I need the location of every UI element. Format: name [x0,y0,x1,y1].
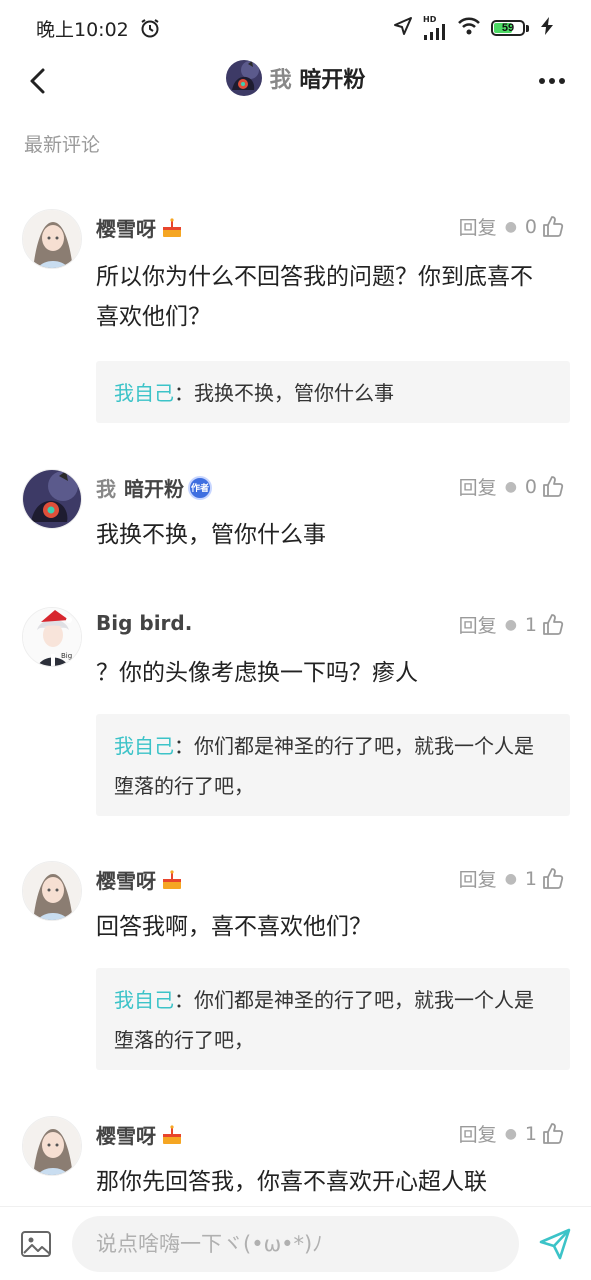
comment-author[interactable]: 我 暗开粉 作者 [96,473,212,502]
quote-text: 我换不换，管你什么事 [194,381,394,405]
svg-text:Big: Big [61,652,72,660]
thumbs-up-icon [543,867,564,889]
wifi-icon [457,16,481,40]
cake-icon [163,217,181,237]
separator-dot: ● [504,1125,517,1142]
quote-author[interactable]: 我自己 [114,381,174,405]
comment-actions: 回复 ● 0 [459,473,565,500]
comment-actions: 回复 ● 1 [459,865,565,892]
like-button[interactable]: 0 [525,475,565,499]
author-name: Big bird. [96,611,193,635]
author-badge: 作者 [188,475,212,500]
separator-dot: ● [504,478,517,495]
comment-author[interactable]: 樱雪呀 [96,213,184,242]
reply-button[interactable]: 回复 [459,213,497,240]
quoted-reply[interactable]: 我自己：我换不换，管你什么事 [96,361,570,423]
location-icon [393,16,413,40]
title-bar: 我 暗开粉 [0,56,591,106]
section-label: 最新评论 [24,134,101,156]
comment-text: 那你先回答我，你喜不喜欢开心超人联 [96,1169,487,1195]
network-type-label: HD [423,15,437,24]
battery-level: 59 [501,22,515,34]
reply-button[interactable]: 回复 [459,1120,497,1147]
like-count: 1 [524,1122,537,1145]
avatar[interactable] [22,861,82,921]
more-icon [539,78,565,84]
comment-author[interactable]: 樱雪呀 [96,1120,184,1149]
more-options-button[interactable] [535,66,569,96]
author-name: 樱雪呀 [96,217,156,241]
like-count: 1 [524,613,537,636]
signal-icon: HD [423,16,447,40]
quoted-reply[interactable]: 我自己：你们都是神圣的行了吧，就我一个人是堕落的行了吧， [96,968,570,1070]
comment-actions: 回复 ● 1 [459,1120,565,1147]
separator-dot: ● [504,616,517,633]
author-name: 樱雪呀 [96,869,156,893]
avatar[interactable] [22,209,82,269]
cake-icon [163,869,181,889]
author-name-prefix: 我 [96,477,116,501]
comment-author[interactable]: Big bird. [96,611,192,635]
avatar[interactable] [22,1116,82,1176]
quote-separator: ： [174,381,194,405]
like-button[interactable]: 0 [525,215,565,239]
like-count: 0 [524,215,537,238]
thumbs-up-icon [543,215,564,237]
comment-actions: 回复 ● 0 [459,213,565,240]
title-name: 暗开粉 [299,68,366,93]
thumbs-up-icon [543,613,564,635]
title-avatar[interactable] [225,60,262,96]
separator-dot: ● [504,218,517,235]
like-button[interactable]: 1 [525,613,565,637]
comment-text: 我换不换，管你什么事 [96,522,326,548]
status-time: 晚上10:02 [36,18,129,41]
author-name: 暗开粉 [124,477,184,501]
comment-text: 所以你为什么不回答我的问题？你到底喜不喜欢他们？ [96,264,533,330]
like-count: 0 [524,475,537,498]
avatar[interactable]: Big [22,607,82,667]
reply-button[interactable]: 回复 [459,611,497,638]
page-title: 我 暗开粉 [270,62,366,94]
thumbs-up-icon [543,1122,564,1144]
thumbs-up-icon [543,475,564,497]
quote-separator: ： [174,988,194,1012]
charging-icon [539,16,555,40]
comment-author[interactable]: 樱雪呀 [96,865,184,894]
quote-author[interactable]: 我自己 [114,988,174,1012]
alarm-icon [139,17,161,39]
reply-button[interactable]: 回复 [459,865,497,892]
quote-separator: ： [174,734,194,758]
status-bar: 晚上10:02 HD 59 [0,0,591,56]
image-icon [21,1231,51,1257]
comment-text: ？你的头像考虑换一下吗？瘆人 [96,660,418,686]
send-button[interactable] [538,1227,572,1261]
comment-composer [0,1206,591,1280]
comment-text: 回答我啊，喜不喜欢他们？ [96,914,372,940]
quote-author[interactable]: 我自己 [114,734,174,758]
avatar[interactable] [22,469,82,529]
comment-input[interactable] [72,1216,519,1272]
send-icon [539,1228,571,1260]
like-count: 1 [524,867,537,890]
comment-actions: 回复 ● 1 [459,611,565,638]
title: 我 暗开粉 [0,60,591,96]
title-prefix: 我 [269,68,292,93]
cake-icon [163,1124,181,1144]
like-button[interactable]: 1 [525,1122,565,1146]
author-name: 樱雪呀 [96,1124,156,1148]
separator-dot: ● [504,870,517,887]
quoted-reply[interactable]: 我自己：你们都是神圣的行了吧，就我一个人是堕落的行了吧， [96,714,570,816]
insert-image-button[interactable] [20,1229,52,1259]
like-button[interactable]: 1 [525,867,565,891]
battery-indicator: 59 [491,20,529,36]
reply-button[interactable]: 回复 [459,473,497,500]
status-icons: HD 59 [393,16,555,40]
